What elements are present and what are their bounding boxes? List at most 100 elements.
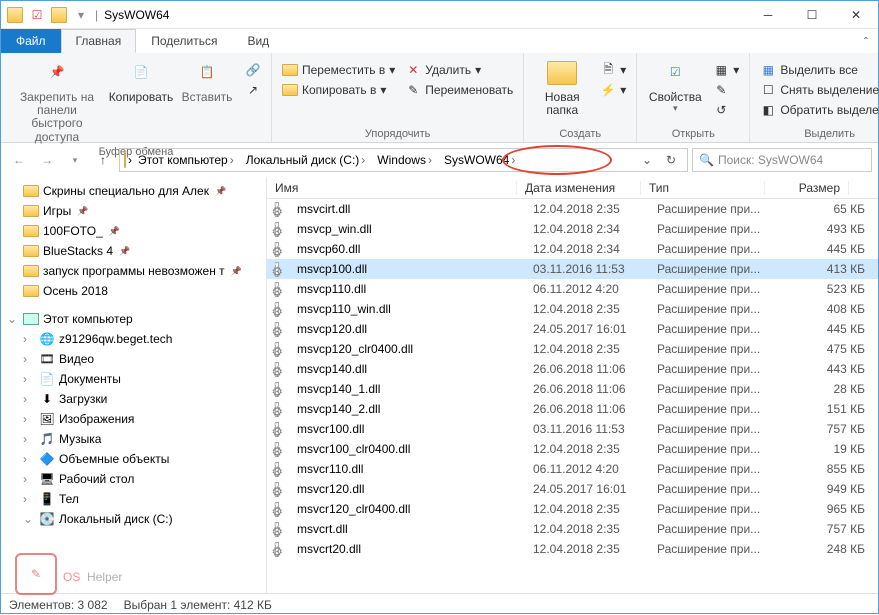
tab-home[interactable]: Главная (61, 29, 137, 53)
shortcut-icon: ↗ (245, 82, 261, 98)
tree-item[interactable]: ›🌐z91296qw.beget.tech (1, 329, 266, 349)
nav-tree[interactable]: Скрины специально для АлекИгры100FOTO_Bl… (1, 177, 267, 593)
file-name: msvcr100_clr0400.dll (297, 442, 533, 456)
tree-item[interactable]: запуск программы невозможен т (1, 261, 266, 281)
properties-button[interactable]: ☑ Свойства ▾ (645, 57, 705, 114)
select-all-button[interactable]: ▦Выделить все (758, 61, 879, 79)
file-row[interactable]: msvcp140.dll26.06.2018 11:06Расширение п… (267, 359, 878, 379)
file-row[interactable]: msvcp140_1.dll26.06.2018 11:06Расширение… (267, 379, 878, 399)
address-bar[interactable]: › Этот компьютер› Локальный диск (C:)› W… (119, 148, 688, 172)
select-invert-button[interactable]: ◧Обратить выделение (758, 101, 879, 119)
nav-back-button[interactable]: ← (7, 148, 31, 172)
history-button[interactable]: ↺ (711, 101, 741, 119)
expand-icon[interactable]: › (23, 452, 35, 466)
addr-dropdown-button[interactable]: ⌄ (635, 153, 659, 167)
copy-button[interactable]: 📄 Копировать (111, 57, 171, 104)
file-row[interactable]: msvcp60.dll12.04.2018 2:34Расширение при… (267, 239, 878, 259)
file-row[interactable]: msvcp140_2.dll26.06.2018 11:06Расширение… (267, 399, 878, 419)
new-item-button[interactable]: 🗎▾ (598, 61, 628, 79)
expand-icon[interactable]: ⌄ (23, 512, 35, 526)
move-to-button[interactable]: Переместить в ▾ (280, 61, 397, 79)
addr-refresh-button[interactable]: ↻ (659, 153, 683, 167)
crumb-syswow64[interactable]: SysWOW64› (440, 153, 521, 167)
pin-quickaccess-button[interactable]: 📌 Закрепить на панели быстрого доступа (9, 57, 105, 144)
qat-folder-icon[interactable] (51, 7, 67, 23)
file-row[interactable]: msvcrt.dll12.04.2018 2:35Расширение при.… (267, 519, 878, 539)
col-type[interactable]: Тип (641, 181, 765, 195)
tree-item[interactable]: ›📄Документы (1, 369, 266, 389)
new-folder-button[interactable]: Новая папка (532, 57, 592, 117)
qat-checkbox-icon[interactable]: ☑ (29, 7, 45, 23)
nav-up-button[interactable]: ↑ (91, 148, 115, 172)
crumb-localdisk[interactable]: Локальный диск (C:)› (242, 153, 372, 167)
close-button[interactable]: ✕ (834, 1, 878, 29)
paste-shortcut-button[interactable]: ↗ (243, 81, 263, 99)
open-button[interactable]: ▦▾ (711, 61, 741, 79)
tree-item[interactable]: BlueStacks 4 (1, 241, 266, 261)
paste-button[interactable]: 📋 Вставить (177, 57, 237, 104)
maximize-button[interactable]: ☐ (790, 1, 834, 29)
col-date[interactable]: Дата изменения (517, 181, 641, 195)
col-size[interactable]: Размер (765, 181, 849, 195)
tab-share[interactable]: Поделиться (136, 29, 232, 53)
tree-item[interactable]: ›🎞Видео (1, 349, 266, 369)
file-row[interactable]: msvcr120_clr0400.dll12.04.2018 2:35Расши… (267, 499, 878, 519)
file-row[interactable]: msvcr120.dll24.05.2017 16:01Расширение п… (267, 479, 878, 499)
file-row[interactable]: msvcp110_win.dll12.04.2018 2:35Расширени… (267, 299, 878, 319)
expand-icon[interactable]: › (23, 332, 35, 346)
nav-recent-button[interactable]: ▾ (63, 148, 87, 172)
tree-item[interactable]: Игры (1, 201, 266, 221)
file-row[interactable]: msvcr110.dll06.11.2012 4:20Расширение пр… (267, 459, 878, 479)
expand-icon[interactable]: › (23, 412, 35, 426)
tree-item[interactable]: Скрины специально для Алек (1, 181, 266, 201)
qat-dropdown-icon[interactable]: ▾ (73, 7, 89, 23)
file-row[interactable]: msvcp100.dll03.11.2016 11:53Расширение п… (267, 259, 878, 279)
tree-item[interactable]: ›📱Тел (1, 489, 266, 509)
minimize-button[interactable]: ─ (746, 1, 790, 29)
selectinvert-icon: ◧ (760, 102, 776, 118)
expand-icon[interactable]: › (23, 372, 35, 386)
file-row[interactable]: msvcr100_clr0400.dll12.04.2018 2:35Расши… (267, 439, 878, 459)
chevron-icon[interactable]: › (128, 153, 132, 167)
file-row[interactable]: msvcirt.dll12.04.2018 2:35Расширение при… (267, 199, 878, 219)
tree-item[interactable]: ›🖼Изображения (1, 409, 266, 429)
crumb-thispc[interactable]: Этот компьютер› (134, 153, 240, 167)
search-input[interactable]: 🔍 Поиск: SysWOW64 (692, 148, 872, 172)
select-none-button[interactable]: ☐Снять выделение (758, 81, 879, 99)
tree-thispc[interactable]: ⌄Этот компьютер (1, 309, 266, 329)
edit-button[interactable]: ✎ (711, 81, 741, 99)
file-row[interactable]: msvcr100.dll03.11.2016 11:53Расширение п… (267, 419, 878, 439)
tab-view[interactable]: Вид (232, 29, 284, 53)
tree-item[interactable]: ›⬇Загрузки (1, 389, 266, 409)
expand-icon[interactable]: › (23, 352, 35, 366)
easy-access-button[interactable]: ⚡▾ (598, 81, 628, 99)
file-row[interactable]: msvcp120.dll24.05.2017 16:01Расширение п… (267, 319, 878, 339)
file-list[interactable]: msvcirt.dll12.04.2018 2:35Расширение при… (267, 199, 878, 593)
copy-to-button[interactable]: Копировать в ▾ (280, 81, 397, 99)
file-row[interactable]: msvcp_win.dll12.04.2018 2:34Расширение п… (267, 219, 878, 239)
copy-path-button[interactable]: 🔗 (243, 61, 263, 79)
col-name[interactable]: Имя (267, 181, 517, 195)
file-row[interactable]: msvcp110.dll06.11.2012 4:20Расширение пр… (267, 279, 878, 299)
tree-item[interactable]: ›🎵Музыка (1, 429, 266, 449)
expand-icon[interactable]: › (23, 432, 35, 446)
crumb-windows[interactable]: Windows› (373, 153, 438, 167)
file-row[interactable]: msvcrt20.dll12.04.2018 2:35Расширение пр… (267, 539, 878, 559)
tree-item[interactable]: ›🔷Объемные объекты (1, 449, 266, 469)
ribbon-collapse-icon[interactable]: ˆ (854, 31, 878, 53)
expand-icon[interactable]: › (23, 492, 35, 506)
rename-button[interactable]: ✎Переименовать (403, 81, 515, 99)
expand-icon[interactable]: › (23, 472, 35, 486)
tree-item[interactable]: 100FOTO_ (1, 221, 266, 241)
tab-file[interactable]: Файл (1, 29, 61, 53)
nav-forward-button[interactable]: → (35, 148, 59, 172)
expand-icon[interactable]: ⌄ (7, 312, 19, 326)
tree-item[interactable]: ›🖥Рабочий стол (1, 469, 266, 489)
file-header[interactable]: Имя Дата изменения Тип Размер (267, 177, 878, 199)
tree-item[interactable]: Осень 2018 (1, 281, 266, 301)
expand-icon[interactable]: › (23, 392, 35, 406)
tree-localdisk[interactable]: ⌄💽Локальный диск (C:) (1, 509, 266, 529)
file-row[interactable]: msvcp120_clr0400.dll12.04.2018 2:35Расши… (267, 339, 878, 359)
status-selection: Выбран 1 элемент: 412 КБ (124, 598, 272, 612)
delete-button[interactable]: ✕Удалить ▾ (403, 61, 515, 79)
